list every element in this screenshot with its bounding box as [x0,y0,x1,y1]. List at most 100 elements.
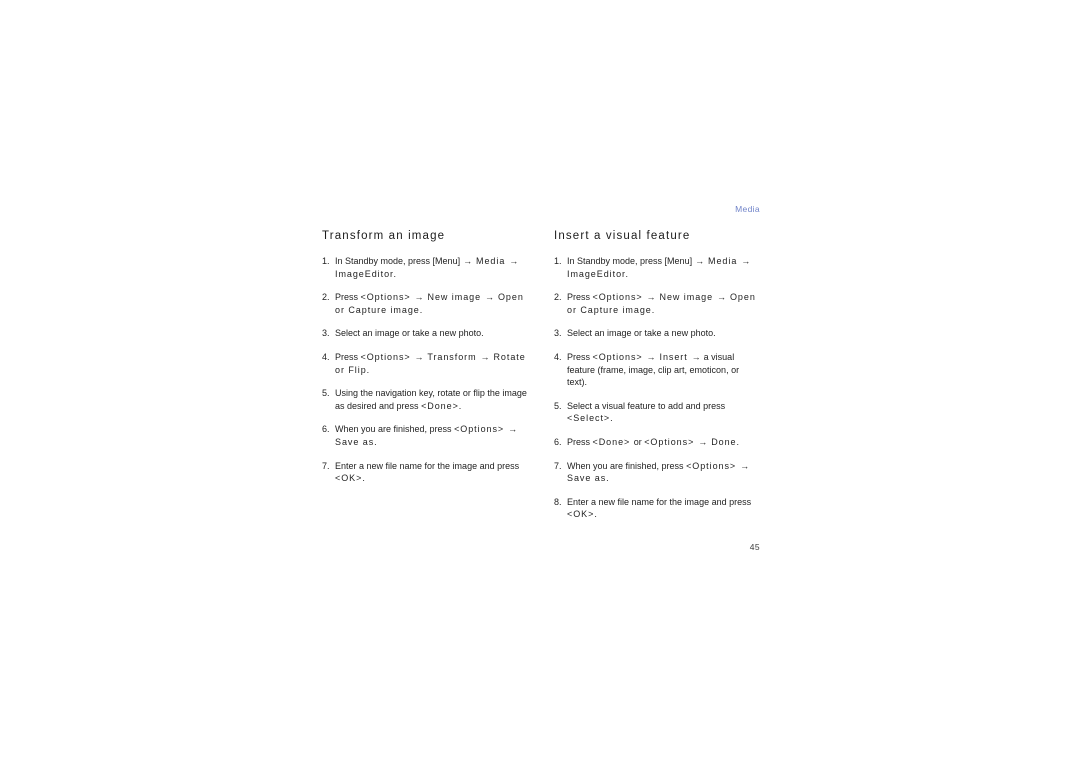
manual-page: Media Transform an image 1. In Standby mo… [0,0,1080,763]
section-title: Transform an image [322,230,446,242]
plain-text: When you are finished, press [567,460,687,471]
arrow-icon: → [414,351,424,362]
step-item: 6. Press <Done> or <Options> → Done. [554,436,760,449]
step-text: Press <Done> or <Options> → Done. [567,437,740,447]
arrow-icon: → [414,292,424,303]
step-number: 4. [322,351,330,362]
step-text: When you are finished, press <Options> →… [567,461,750,484]
step-text: Press <Options> → Insert → a visual feat… [567,352,739,387]
step-text: Enter a new file name for the image and … [335,461,519,484]
step-number: 3. [554,328,562,339]
arrow-icon: → [698,436,708,447]
step-text: Select an image or take a new photo. [335,328,484,338]
menu-path-token: <OK>. [567,509,598,520]
menu-path-token: Transform [424,351,481,362]
step-item: 6. When you are finished, press <Options>… [322,423,528,448]
step-text: Press <Options> → Transform → Rotate or … [335,352,526,375]
step-number: 7. [322,460,330,471]
column-transform-an-image: Transform an image 1. In Standby mode, pr… [322,229,528,485]
menu-path-token: <Options> [686,460,740,471]
plain-text: Select an image or take a new photo. [567,328,716,339]
menu-path-token: <Options> [592,292,647,303]
step-number: 5. [322,388,330,399]
plain-text: Enter a new file name for the image and … [567,496,752,507]
plain-text: or [633,436,645,447]
plain-text: In Standby mode, press [Menu] [567,256,695,266]
arrow-icon: → [740,460,750,471]
step-item: 5. Using the navigation key, rotate or fl… [322,387,528,412]
arrow-icon: → [463,256,473,266]
step-text: In Standby mode, press [Menu] → Media → … [335,256,519,279]
step-number: 4. [554,351,562,362]
step-item: 2. Press <Options> → New image → Open or … [554,291,760,316]
step-number: 3. [322,328,330,339]
arrow-icon: → [646,351,656,362]
plain-text: Press [567,292,593,303]
menu-path-token: New image [656,292,717,303]
step-list: 1. In Standby mode, press [Menu] → Media … [554,255,760,521]
section-title: Insert a visual feature [554,230,691,242]
step-number: 8. [554,496,562,507]
plain-text: Press [567,436,593,447]
step-number: 6. [554,436,562,447]
plain-text: Press [567,351,593,362]
menu-path-token: <Select>. [567,413,614,424]
step-item: 4. Press <Options> → Insert → a visual fe… [554,351,760,389]
plain-text: Select an image or take a new photo. [335,328,484,339]
arrow-icon: → [480,351,490,362]
plain-text: In Standby mode, press [Menu] [335,256,463,266]
menu-path-token: <Options> [360,292,415,303]
step-number: 6. [322,424,330,435]
menu-path-token: Insert [656,351,692,362]
menu-path-token: Done. [707,436,740,447]
step-item: 2. Press <Options> → New image → Open or … [322,291,528,316]
menu-path-token: Media [472,256,509,266]
menu-path-token: ImageEditor. [335,268,397,279]
step-item: 5. Select a visual feature to add and pre… [554,400,760,425]
menu-path-token: Save as. [567,473,610,484]
menu-path-token: Media [704,256,741,266]
step-text: Select an image or take a new photo. [567,328,716,338]
menu-path-token: <Done>. [421,400,463,411]
step-number: 1. [322,256,330,266]
menu-path-token: <Options> [454,424,508,435]
step-text: Press <Options> → New image → Open or Ca… [335,292,524,315]
page-number: 45 [749,542,760,552]
step-number: 5. [554,400,562,411]
step-text: Press <Options> → New image → Open or Ca… [567,292,756,315]
step-item: 7. Enter a new file name for the image an… [322,460,528,485]
column-insert-a-visual-feature: Insert a visual feature 1. In Standby mod… [554,229,760,521]
menu-path-token: New image [424,292,485,303]
plain-text: When you are finished, press [335,424,455,435]
step-item: 8. Enter a new file name for the image an… [554,496,760,521]
step-item: 1. In Standby mode, press [Menu] → Media … [322,255,528,280]
step-number: 1. [554,256,562,266]
arrow-icon: → [741,256,751,266]
menu-path-token: <Options> [592,351,647,362]
step-item: 3. Select an image or take a new photo. [554,327,760,340]
arrow-icon: → [485,292,495,303]
menu-path-token: <Options> [360,351,415,362]
step-text: Using the navigation key, rotate or flip… [335,388,527,411]
step-text: When you are finished, press <Options> →… [335,424,518,447]
step-item: 1. In Standby mode, press [Menu] → Media … [554,255,760,280]
plain-text: Enter a new file name for the image and … [335,460,520,471]
step-item: 7. When you are finished, press <Options>… [554,460,760,485]
menu-path-token: ImageEditor. [567,268,629,279]
arrow-icon: → [646,292,656,303]
menu-path-token: <Done> [592,436,634,447]
step-number: 7. [554,460,562,471]
arrow-icon: → [717,292,727,303]
menu-path-token: <Options> [644,436,698,447]
step-list: 1. In Standby mode, press [Menu] → Media … [322,255,528,485]
arrow-icon: → [691,351,701,362]
menu-path-token: <OK>. [335,473,366,484]
arrow-icon: → [508,424,518,435]
step-text: In Standby mode, press [Menu] → Media → … [567,256,751,279]
plain-text: Press [335,292,361,303]
step-text: Enter a new file name for the image and … [567,497,751,520]
step-item: 3. Select an image or take a new photo. [322,327,528,340]
plain-text: Press [335,351,361,362]
arrow-icon: → [695,256,705,266]
arrow-icon: → [509,256,519,266]
